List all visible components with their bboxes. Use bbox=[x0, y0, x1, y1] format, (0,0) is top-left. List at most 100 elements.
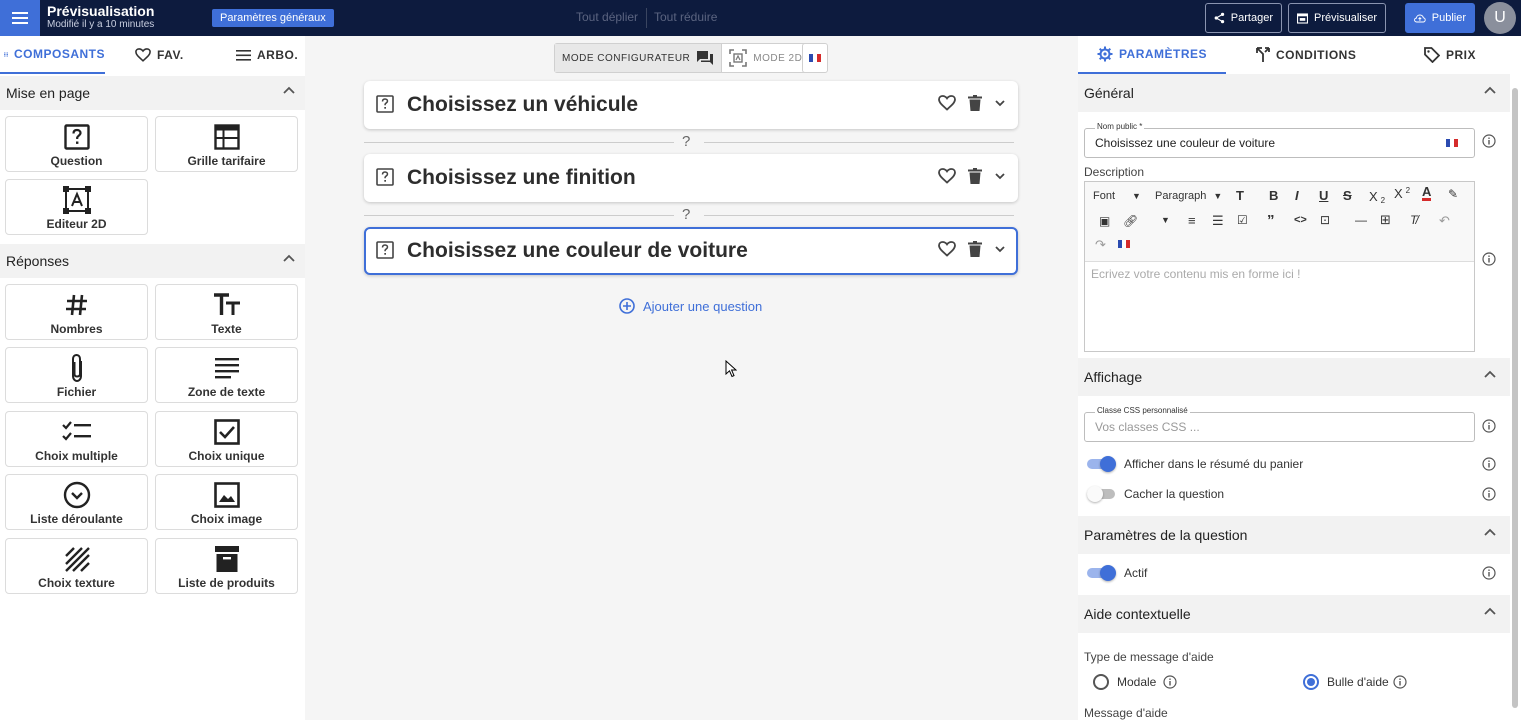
info-icon[interactable] bbox=[1482, 487, 1496, 501]
info-icon[interactable] bbox=[1482, 134, 1496, 148]
show-in-cart-toggle[interactable] bbox=[1087, 456, 1117, 472]
info-icon[interactable] bbox=[1482, 457, 1496, 471]
radio-tooltip[interactable] bbox=[1303, 674, 1319, 690]
undo-icon[interactable]: ↶ bbox=[1439, 213, 1450, 229]
radio-modal[interactable] bbox=[1093, 674, 1109, 690]
redo-icon[interactable]: ↷ bbox=[1095, 237, 1106, 253]
code-icon[interactable]: <> bbox=[1294, 214, 1307, 226]
chevron-down-icon[interactable] bbox=[994, 99, 1006, 107]
delete-icon[interactable] bbox=[968, 241, 982, 257]
display-section-header[interactable]: Affichage bbox=[1078, 358, 1510, 396]
publish-button[interactable]: Publier bbox=[1405, 3, 1475, 33]
share-button[interactable]: Partager bbox=[1205, 3, 1282, 33]
question-params-section-header[interactable]: Paramètres de la question bbox=[1078, 516, 1510, 554]
bold-icon[interactable]: B bbox=[1269, 188, 1278, 203]
hide-question-toggle[interactable] bbox=[1087, 486, 1117, 502]
strikethrough-icon[interactable]: S bbox=[1343, 188, 1352, 203]
tab-favorites[interactable]: FAV. bbox=[135, 36, 184, 74]
question-title[interactable]: Choisissez une couleur de voiture bbox=[407, 239, 748, 263]
question-title[interactable]: Choisissez un véhicule bbox=[407, 93, 638, 117]
heart-icon[interactable] bbox=[938, 95, 956, 111]
info-icon[interactable] bbox=[1163, 675, 1177, 689]
component-tile-text[interactable]: Texte bbox=[155, 284, 298, 340]
help-section-header[interactable]: Aide contextuelle bbox=[1078, 595, 1510, 633]
question-card[interactable]: Choisissez une finition bbox=[364, 154, 1018, 202]
ordered-list-icon[interactable]: ≡ bbox=[1188, 213, 1196, 228]
question-card-selected[interactable]: Choisissez une couleur de voiture bbox=[364, 227, 1018, 275]
highlight-icon[interactable]: ✎ bbox=[1448, 187, 1458, 201]
general-params-button[interactable]: Paramètres généraux bbox=[212, 9, 334, 27]
general-section-header[interactable]: Général bbox=[1078, 74, 1510, 112]
active-toggle[interactable] bbox=[1087, 565, 1117, 581]
language-selector[interactable] bbox=[802, 43, 828, 73]
italic-icon[interactable]: I bbox=[1295, 188, 1299, 203]
info-icon[interactable] bbox=[1482, 566, 1496, 580]
editor-toolbar: Font ▼ Paragraph ▼ T B I U S X2 X2 A ✎ ▣… bbox=[1085, 182, 1474, 262]
chevron-down-icon[interactable] bbox=[994, 245, 1006, 253]
caret-down-icon[interactable]: ▼ bbox=[1161, 215, 1170, 225]
add-question-button[interactable]: Ajouter une question bbox=[619, 298, 762, 314]
mode-switcher: MODE CONFIGURATEUR MODE 2D bbox=[554, 43, 811, 73]
component-tile-file[interactable]: Fichier bbox=[5, 347, 148, 403]
public-name-field[interactable]: Nom public * Choisissez une couleur de v… bbox=[1084, 122, 1475, 158]
expand-all-button[interactable]: Tout déplier bbox=[576, 10, 638, 24]
editor-2d-icon bbox=[6, 184, 147, 216]
tab-price[interactable]: PRIX bbox=[1424, 36, 1476, 74]
top-bar: Prévisualisation Modifié il y a 10 minut… bbox=[0, 0, 1521, 36]
underline-icon[interactable]: U bbox=[1319, 188, 1328, 203]
clear-format-icon[interactable]: T̸ bbox=[1410, 213, 1417, 227]
font-select[interactable]: Font ▼ bbox=[1093, 190, 1141, 202]
image-insert-icon[interactable]: ▣ bbox=[1099, 214, 1110, 228]
user-avatar[interactable]: U bbox=[1484, 2, 1516, 34]
horizontal-rule-icon[interactable]: — bbox=[1355, 213, 1367, 227]
css-class-field[interactable]: Classe CSS personnalisé Vos classes CSS … bbox=[1084, 406, 1475, 442]
component-tile-texture-choice[interactable]: Choix texture bbox=[5, 538, 148, 594]
subscript-icon[interactable]: X2 bbox=[1369, 188, 1385, 205]
tab-conditions[interactable]: CONDITIONS bbox=[1256, 36, 1356, 74]
mode-2d-button[interactable]: MODE 2D bbox=[721, 44, 809, 72]
component-tile-question[interactable]: Question bbox=[5, 116, 148, 172]
link-icon[interactable]: 🔗︎ bbox=[1123, 214, 1138, 228]
component-tile-image-choice[interactable]: Choix image bbox=[155, 474, 298, 530]
tab-components[interactable]: COMPOSANTS bbox=[0, 36, 105, 74]
settings-scrollbar[interactable] bbox=[1512, 88, 1518, 708]
component-tile-numbers[interactable]: Nombres bbox=[5, 284, 148, 340]
answers-section-header[interactable]: Réponses bbox=[0, 244, 305, 278]
table-icon[interactable]: ⊞ bbox=[1380, 212, 1391, 228]
rich-text-editor[interactable]: Font ▼ Paragraph ▼ T B I U S X2 X2 A ✎ ▣… bbox=[1084, 181, 1475, 352]
info-icon[interactable] bbox=[1393, 675, 1407, 689]
menu-button[interactable] bbox=[0, 0, 40, 36]
french-flag-icon[interactable] bbox=[1118, 240, 1130, 248]
preview-button[interactable]: Prévisualiser bbox=[1288, 3, 1386, 33]
component-tile-editor-2d[interactable]: Editeur 2D bbox=[5, 179, 148, 235]
delete-icon[interactable] bbox=[968, 168, 982, 184]
paragraph-select[interactable]: Paragraph ▼ bbox=[1155, 190, 1222, 202]
component-tile-single-choice[interactable]: Choix unique bbox=[155, 411, 298, 467]
collapse-all-button[interactable]: Tout réduire bbox=[654, 10, 717, 24]
layout-section-header[interactable]: Mise en page bbox=[0, 76, 305, 110]
archive-box-icon bbox=[156, 543, 297, 575]
question-title[interactable]: Choisissez une finition bbox=[407, 166, 636, 190]
component-tile-price-grid[interactable]: Grille tarifaire bbox=[155, 116, 298, 172]
code-block-icon[interactable]: ⊡ bbox=[1320, 213, 1330, 227]
tab-tree[interactable]: ARBO. bbox=[236, 36, 298, 74]
question-card[interactable]: Choisissez un véhicule bbox=[364, 81, 1018, 129]
quote-icon[interactable]: ” bbox=[1267, 212, 1275, 229]
delete-icon[interactable] bbox=[968, 95, 982, 111]
info-icon[interactable] bbox=[1482, 252, 1496, 266]
check-list-icon[interactable]: ☑ bbox=[1237, 213, 1248, 227]
component-tile-text-area[interactable]: Zone de texte bbox=[155, 347, 298, 403]
component-tile-dropdown[interactable]: Liste déroulante bbox=[5, 474, 148, 530]
font-color-icon[interactable]: A bbox=[1422, 185, 1432, 201]
mode-configurator-button[interactable]: MODE CONFIGURATEUR bbox=[555, 44, 722, 72]
chevron-down-icon[interactable] bbox=[994, 172, 1006, 180]
text-size-icon[interactable]: T bbox=[1236, 188, 1244, 203]
tab-settings[interactable]: PARAMÈTRES bbox=[1078, 36, 1226, 74]
component-tile-multiple-choice[interactable]: Choix multiple bbox=[5, 411, 148, 467]
superscript-icon[interactable]: X2 bbox=[1394, 186, 1410, 201]
component-tile-product-list[interactable]: Liste de produits bbox=[155, 538, 298, 594]
info-icon[interactable] bbox=[1482, 419, 1496, 433]
bullet-list-icon[interactable]: ☰ bbox=[1212, 213, 1224, 229]
heart-icon[interactable] bbox=[938, 168, 956, 184]
heart-icon[interactable] bbox=[938, 241, 956, 257]
